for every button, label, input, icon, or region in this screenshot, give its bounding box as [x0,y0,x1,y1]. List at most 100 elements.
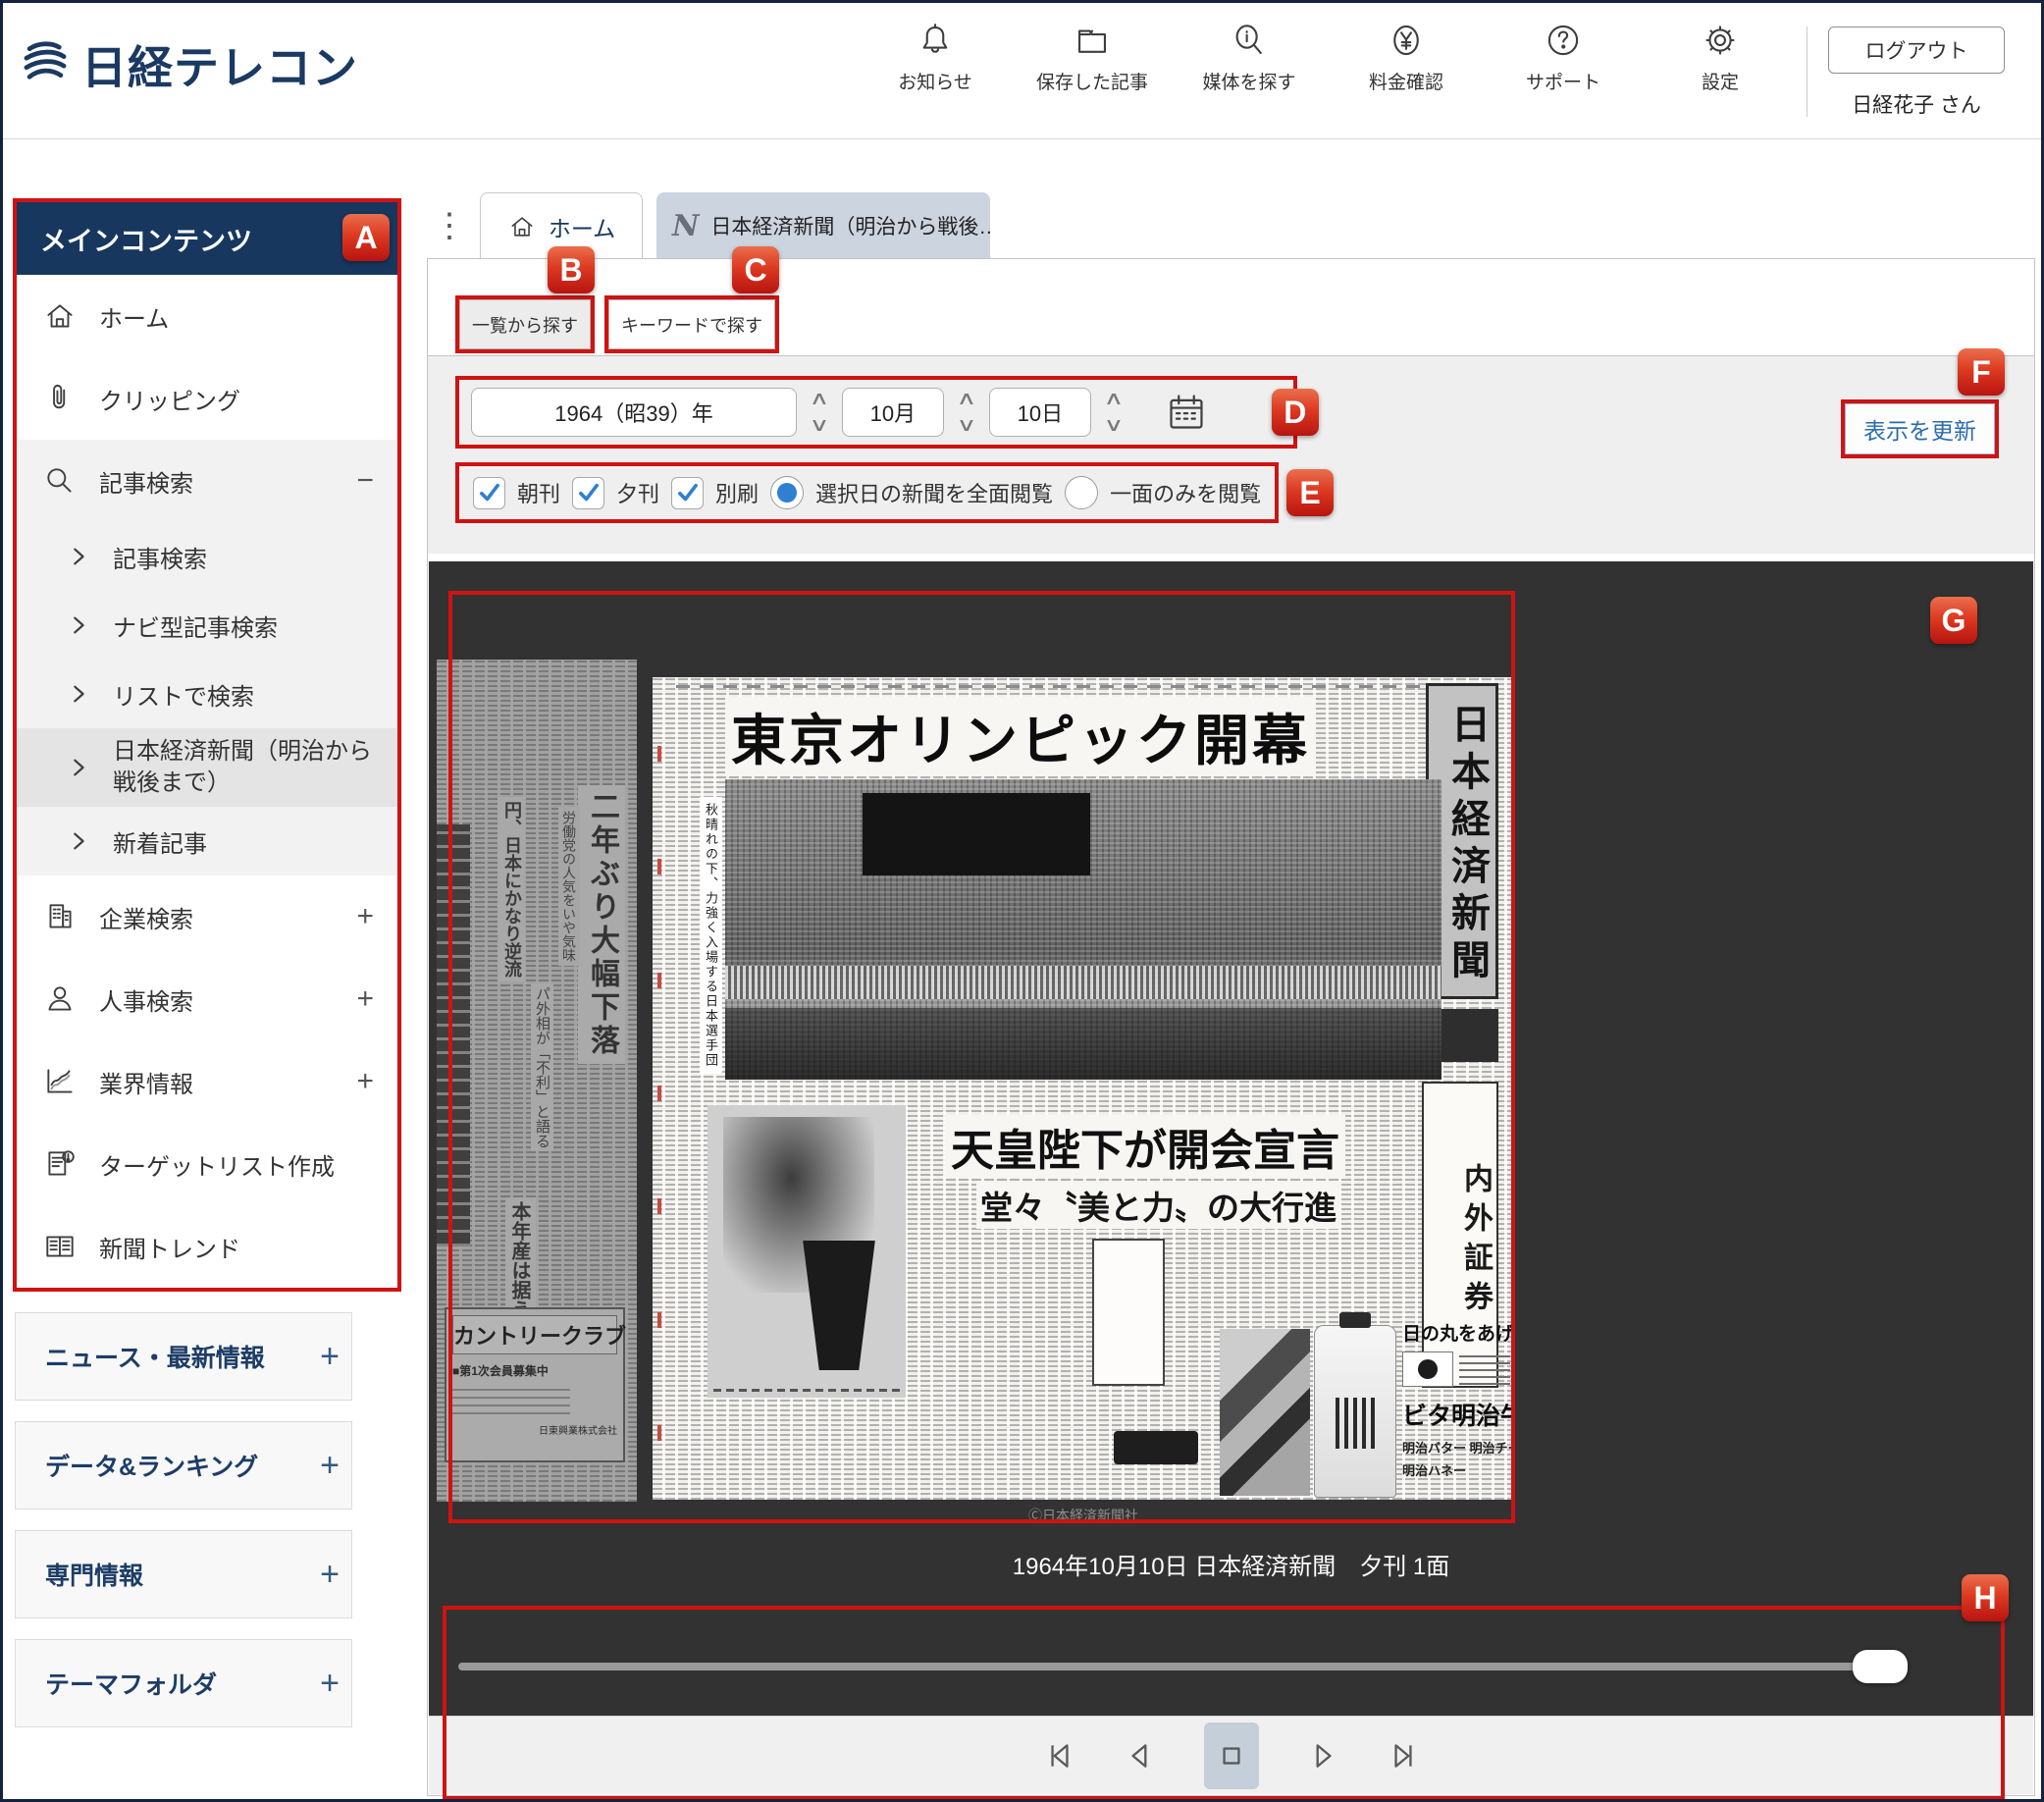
kebab-menu-icon[interactable]: ⋮ [433,206,466,259]
day-input[interactable]: 10日 [989,388,1091,437]
cauldron [794,1241,884,1370]
playback-control-bar [429,1716,2033,1794]
sidebar-subitem-nikkei-archive[interactable]: 日本経済新聞（明治から戦後まで） [17,728,397,807]
milk-bottle-image [1314,1325,1396,1498]
stadium-photo [725,779,1441,1080]
sidebar-item-clipping[interactable]: クリッピング [17,357,397,440]
expand-icon[interactable]: + [356,900,374,933]
sidebar-item-article-search[interactable]: 記事検索 − [17,440,397,522]
skip-to-first-button[interactable] [1043,1739,1076,1773]
chevron-down-icon: ∨ [810,418,830,433]
refresh-display-link[interactable]: 表示を更新 [1845,403,1995,454]
fee-check-button[interactable]: 料金確認 [1328,21,1485,94]
chevron-up-icon: ∧ [1103,392,1124,406]
sub-headline-2: 堂々〝美と力〟の大行進 [976,1182,1340,1229]
annotation-c: C [732,246,779,293]
sidebar-item-industry-info[interactable]: 業界情報 + [17,1040,397,1123]
stop-button[interactable] [1204,1722,1259,1789]
sidebar-section-theme-folder[interactable]: テーマフォルダ + [15,1639,352,1727]
search-mode-row: 一覧から探す B キーワードで探す C [428,259,2034,355]
sidebar-item-home[interactable]: ホーム [17,275,397,357]
expand-icon[interactable]: + [356,1065,374,1098]
sub-headline: 天皇陛下が開会宣言 [945,1115,1345,1178]
annotation-g: G [1930,597,1977,644]
left-page-column-headline: 円、日本にかなり逆流 [498,797,525,981]
gear-icon [1701,21,1740,60]
chevron-down-icon: ∨ [1103,418,1124,433]
chevron-right-icon [68,830,89,852]
skip-end-icon [1387,1739,1420,1773]
month-input[interactable]: 10月 [842,388,944,437]
country-club-ad: カントリークラブ ■第1次会員募集中 日東興業株式会社 [445,1307,625,1462]
media-search-icon [1230,21,1269,60]
next-page-button[interactable] [1306,1739,1339,1773]
logout-button[interactable]: ログアウト [1828,26,2005,74]
view-full-paper-radio[interactable] [770,476,804,509]
page-margin-marks [657,746,667,1441]
day-stepper[interactable]: ∧∨ [1107,392,1121,433]
expand-icon[interactable]: + [356,982,374,1016]
skip-start-icon [1043,1739,1076,1773]
find-media-button[interactable]: 媒体を探す [1171,21,1328,94]
year-stepper[interactable]: ∧∨ [812,392,826,433]
settings-button[interactable]: 設定 [1642,21,1799,94]
notifications-button[interactable]: お知らせ [857,21,1014,94]
home-icon [507,212,537,241]
year-input[interactable]: 1964（昭39）年 [471,388,797,437]
extra-edition-checkbox[interactable] [671,477,704,509]
sidebar-section-data-ranking[interactable]: データ&ランキング + [15,1421,352,1510]
tab-bar: ⋮ ホーム N 日本経済新聞（明治から戦後… [433,191,990,259]
newspaper-page-previous[interactable]: 二年ぶり大幅下落 労働党の人気をいや気味 円、日本にかなり逆流 パ外相が「不利」… [437,660,637,1502]
chevron-right-icon [68,546,89,567]
chevron-up-icon: ∧ [810,392,830,406]
sidebar-item-target-list[interactable]: ターゲットリスト作成 [17,1123,397,1205]
morning-edition-checkbox[interactable] [473,477,505,509]
left-page-column-headline: パ外相が「不利」と語る [531,983,553,1151]
newspaper-page-current[interactable]: 東京オリンピック開幕 日本経済新聞 秋晴れの下、力強く入場する日本選手団 内外証… [653,677,1514,1500]
person-icon [42,981,78,1017]
sidebar-subitem-list-search[interactable]: リストで検索 [17,660,397,728]
filter-panel: 1964（昭39）年 ∧∨ 10月 ∧∨ 10日 ∧∨ D 表示を更新 F [428,355,2034,554]
browse-from-list-button[interactable]: 一覧から探す [459,299,591,349]
month-stepper[interactable]: ∧∨ [960,392,973,433]
header-divider [1807,26,1808,117]
skip-to-last-button[interactable] [1387,1739,1420,1773]
expand-icon: + [320,1556,340,1594]
next-icon [1306,1739,1339,1773]
tab-nikkei-archive[interactable]: N 日本経済新聞（明治から戦後… [656,192,990,259]
sidebar-section-specialized-info[interactable]: 専門情報 + [15,1530,352,1618]
marching-athletes [725,966,1441,999]
slider-handle[interactable] [1853,1650,1908,1683]
annotation-f: F [1958,348,2005,396]
calendar-icon[interactable] [1166,392,1207,433]
top-header: 日経テレコン お知らせ 保存した記事 媒体を探す 料金確認 サポート [3,3,2041,139]
account-area: ログアウト 日経花子 さん [1826,26,2007,119]
target-list-icon [42,1146,78,1182]
sidebar-subitem-navi-search[interactable]: ナビ型記事検索 [17,591,397,660]
page-header-row [676,685,1491,688]
expand-icon: + [320,1338,340,1376]
sidebar-item-newspaper-trend[interactable]: 新聞トレンド [17,1205,397,1288]
chevron-down-icon: ∨ [956,418,976,433]
sidebar-subitem-new-articles[interactable]: 新着記事 [17,807,397,875]
hinomaru-flag [1402,1352,1453,1387]
support-button[interactable]: サポート [1485,21,1642,94]
collapse-icon[interactable]: − [356,464,374,498]
saved-articles-button[interactable]: 保存した記事 [1014,21,1171,94]
sidebar-section-news[interactable]: ニュース・最新情報 + [15,1312,352,1401]
search-by-keyword-button[interactable]: キーワードで探す [608,299,775,349]
evening-edition-checkbox[interactable] [572,477,604,509]
sidebar-subitem-article-search[interactable]: 記事検索 [17,522,397,591]
bell-icon [916,21,955,60]
sidebar-item-personnel-search[interactable]: 人事検索 + [17,958,397,1040]
previous-page-button[interactable] [1124,1739,1157,1773]
view-front-page-only-radio[interactable] [1065,476,1098,509]
content-panel: 一覧から探す B キーワードで探す C 1964（昭39）年 ∧∨ 10月 ∧∨… [427,258,2035,1796]
page-slider[interactable] [458,1663,1908,1670]
newspaper-icon [42,1229,78,1264]
globe-icon [19,36,72,94]
question-circle-icon [1544,21,1583,60]
sidebar-item-company-search[interactable]: 企業検索 + [17,875,397,958]
boxed-article [1092,1239,1165,1386]
olympic-flame-photo [708,1105,906,1398]
